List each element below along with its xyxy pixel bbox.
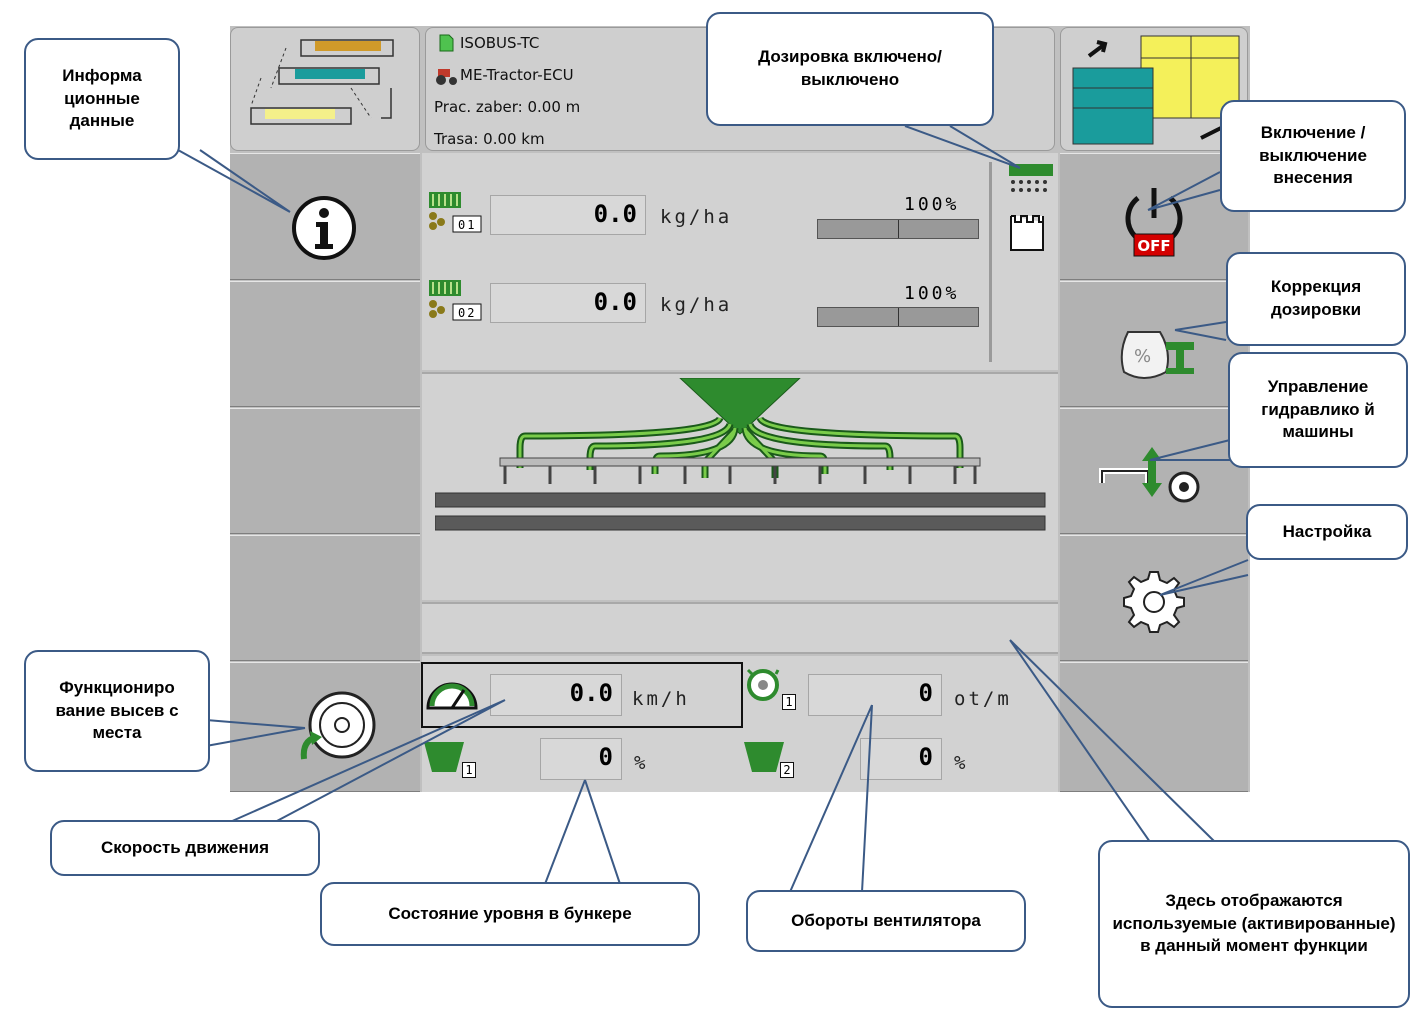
active-functions-strip [422, 602, 1058, 654]
field-switch-icon [250, 39, 394, 125]
dosing-onoff-icon[interactable] [1003, 160, 1059, 264]
bar-divider [898, 308, 899, 326]
callout-fan-speed: Обороты вентилятора [746, 890, 1026, 952]
settings-button[interactable] [1060, 535, 1248, 661]
metering-panel [422, 153, 1058, 370]
hopper-icon [424, 740, 464, 784]
hopper-index: 2 [780, 762, 794, 778]
svg-text:%: % [1134, 346, 1151, 367]
left-softkey-4[interactable] [230, 535, 420, 661]
metering-level-bar [817, 307, 979, 327]
seed-start-wheel-icon [300, 691, 376, 760]
metering-rate-unit: kg/ha [660, 294, 733, 316]
speed-unit: km/h [632, 688, 690, 710]
callout-application-onoff: Включение / выключение внесения [1220, 100, 1406, 212]
callout-dosing-correction: Коррекция дозировки [1226, 252, 1406, 346]
seed-drill-icon [434, 377, 1047, 542]
hopper-index: 1 [462, 762, 476, 778]
callout-hopper-level: Состояние уровня в бункере [320, 882, 700, 946]
metering-percent: 100% [904, 194, 960, 215]
distance: Trasa: 0.00 km [434, 130, 545, 148]
fan-icon [746, 668, 780, 706]
tractor-icon [434, 66, 458, 90]
fan-index: 1 [782, 694, 796, 710]
metering-level-bar [817, 219, 979, 239]
job-name: ISOBUS-TC [460, 34, 540, 52]
hopper-level-field[interactable]: 0 [860, 738, 942, 780]
hopper-icon [744, 740, 784, 784]
callout-hydraulics: Управление гидравлико й машины [1228, 352, 1408, 468]
speedometer-icon [424, 676, 480, 714]
dosing-correction-button[interactable]: % [1060, 281, 1248, 407]
job-icon [438, 34, 454, 56]
metering-rate-field[interactable]: 0.0 [490, 283, 646, 323]
hydraulics-icon [1099, 447, 1200, 503]
callout-speed: Скорость движения [50, 820, 320, 876]
callout-info: Информа ционные данные [24, 38, 180, 160]
hopper-level-field[interactable]: 0 [540, 738, 622, 780]
tractor-ecu: ME-Tractor-ECU [460, 66, 574, 84]
hopper-level-unit: % [634, 752, 649, 774]
hydraulics-button[interactable] [1060, 408, 1248, 534]
work-width: Prac. zaber: 0.00 m [434, 98, 581, 116]
callout-active-functions: Здесь отображаются используемые (активир… [1098, 840, 1410, 1008]
dosing-correction-icon: % [1120, 331, 1194, 379]
metering-rate-field[interactable]: 0.0 [490, 195, 646, 235]
speed-field[interactable]: 0.0 [490, 674, 622, 716]
callout-settings: Настройка [1246, 504, 1408, 560]
left-softkey-2[interactable] [230, 281, 420, 407]
power-off-icon: OFF [1125, 188, 1183, 257]
info-button[interactable] [230, 153, 420, 280]
bar-divider [898, 220, 899, 238]
fan-speed-unit: ot/m [954, 688, 1012, 710]
callout-seed-start: Функциониро вание высев с места [24, 650, 210, 772]
fan-speed-field[interactable]: 0 [808, 674, 942, 716]
metering-percent: 100% [904, 283, 960, 304]
off-label: OFF [1137, 237, 1170, 255]
settings-gear-icon [1123, 571, 1185, 633]
right-softkey-6[interactable] [1060, 662, 1248, 792]
hopper-level-unit: % [954, 752, 969, 774]
panel-divider [989, 162, 992, 362]
metering-rate-unit: kg/ha [660, 206, 733, 228]
field-switch-button[interactable] [230, 27, 420, 151]
metering-index: 02 [458, 306, 477, 320]
seed-start-button[interactable] [230, 662, 420, 792]
left-softkey-3[interactable] [230, 408, 420, 534]
metering-index: 01 [458, 218, 477, 232]
callout-dosing-onoff: Дозировка включено/выключено [706, 12, 994, 126]
info-icon [292, 196, 356, 260]
